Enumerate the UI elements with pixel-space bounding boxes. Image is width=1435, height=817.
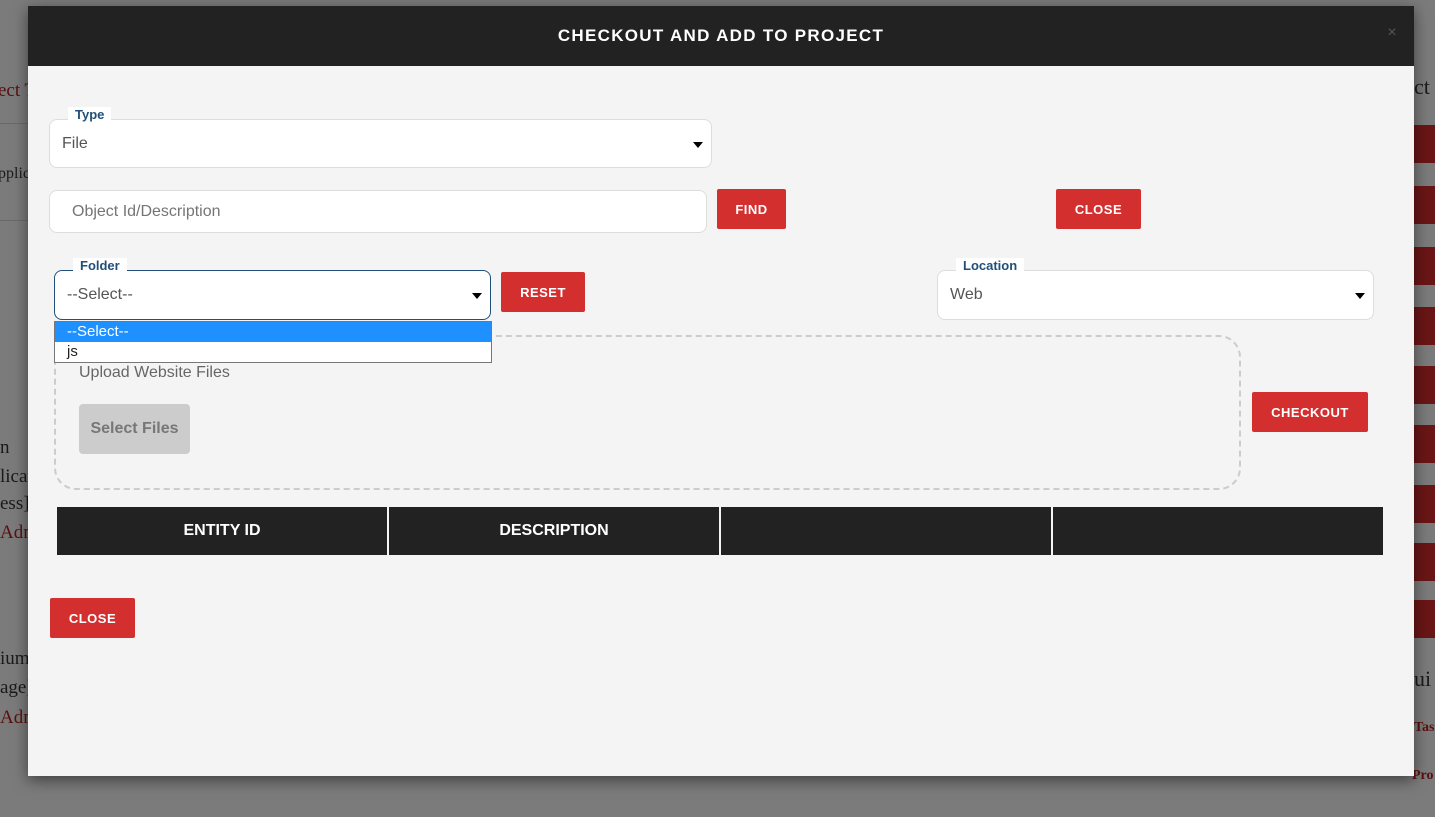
bg-bar xyxy=(1414,307,1435,345)
bg-text: pplic xyxy=(0,165,30,182)
folder-select[interactable]: Folder --Select-- xyxy=(54,258,491,320)
upload-title: Upload Website Files xyxy=(79,364,230,381)
bg-text: Pro xyxy=(1412,768,1434,783)
modal-header: CHECKOUT AND ADD TO PROJECT × xyxy=(28,6,1414,66)
type-value: File xyxy=(62,135,88,152)
find-button[interactable]: FIND xyxy=(717,189,786,229)
bg-bar xyxy=(1414,425,1435,463)
close-button-bottom[interactable]: CLOSE xyxy=(50,598,135,638)
location-label: Location xyxy=(956,258,1025,273)
modal-title: CHECKOUT AND ADD TO PROJECT xyxy=(557,26,885,45)
select-files-button[interactable]: Select Files xyxy=(79,404,190,454)
bg-text: ui xyxy=(1414,666,1432,691)
bg-bar xyxy=(1414,543,1435,581)
bg-text: n xyxy=(0,437,10,458)
checkout-modal: CHECKOUT AND ADD TO PROJECT × Type File … xyxy=(28,6,1414,776)
close-button-top[interactable]: CLOSE xyxy=(1056,189,1141,229)
close-icon[interactable]: × xyxy=(1387,24,1398,42)
chevron-down-icon xyxy=(1355,293,1365,299)
type-label: Type xyxy=(68,107,112,122)
bg-bar xyxy=(1414,125,1435,163)
location-value: Web xyxy=(950,286,983,303)
folder-dropdown-list: --Select-- js xyxy=(54,321,492,363)
location-select[interactable]: Location Web xyxy=(937,258,1374,320)
divider xyxy=(0,220,28,221)
table-header-column-3 xyxy=(721,507,1051,555)
table-header-column-4 xyxy=(1053,507,1383,555)
bg-bar xyxy=(1414,247,1435,285)
folder-option[interactable]: js xyxy=(55,342,491,362)
bg-text: ium xyxy=(0,648,30,669)
chevron-down-icon xyxy=(693,142,703,148)
table-header-description: DESCRIPTION xyxy=(389,507,719,555)
bg-text: ct xyxy=(1414,74,1430,99)
chevron-down-icon xyxy=(472,293,482,299)
bg-bar xyxy=(1414,600,1435,638)
bg-text: Tas xyxy=(1414,720,1435,735)
folder-value: --Select-- xyxy=(67,286,133,303)
table-header-entity-id: ENTITY ID xyxy=(57,507,387,555)
bg-bar xyxy=(1414,186,1435,224)
object-search-input[interactable] xyxy=(49,190,707,233)
checkout-button[interactable]: CHECKOUT xyxy=(1252,392,1368,432)
divider xyxy=(0,123,28,124)
type-select[interactable]: Type File xyxy=(49,107,712,168)
reset-button[interactable]: RESET xyxy=(501,272,585,312)
folder-label: Folder xyxy=(73,258,127,273)
bg-text: ess] xyxy=(0,493,30,514)
folder-option[interactable]: --Select-- xyxy=(55,322,491,342)
bg-bar xyxy=(1414,485,1435,523)
bg-bar xyxy=(1414,366,1435,404)
